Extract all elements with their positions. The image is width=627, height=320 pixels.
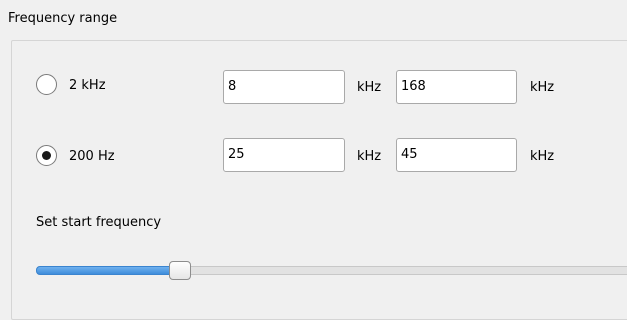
slider-handle[interactable] (169, 261, 191, 280)
unit-label: kHz (357, 149, 382, 164)
group-title: Frequency range (8, 11, 118, 26)
unit-label: kHz (530, 149, 555, 164)
end-frequency-input-2khz[interactable]: 168 (396, 70, 517, 104)
radio-200hz[interactable] (36, 145, 57, 166)
radio-selected-dot (42, 151, 51, 160)
radio-2khz[interactable] (36, 74, 57, 95)
start-frequency-input-2khz[interactable]: 8 (223, 70, 345, 104)
radio-label-2khz: 2 kHz (69, 78, 106, 93)
start-frequency-input-200hz[interactable]: 25 (223, 138, 345, 172)
unit-label: kHz (357, 80, 382, 95)
end-frequency-input-200hz[interactable]: 45 (396, 138, 517, 172)
slider-track-fill (36, 266, 182, 275)
slider-label: Set start frequency (36, 215, 162, 230)
radio-label-200hz: 200 Hz (69, 149, 115, 164)
unit-label: kHz (530, 80, 555, 95)
